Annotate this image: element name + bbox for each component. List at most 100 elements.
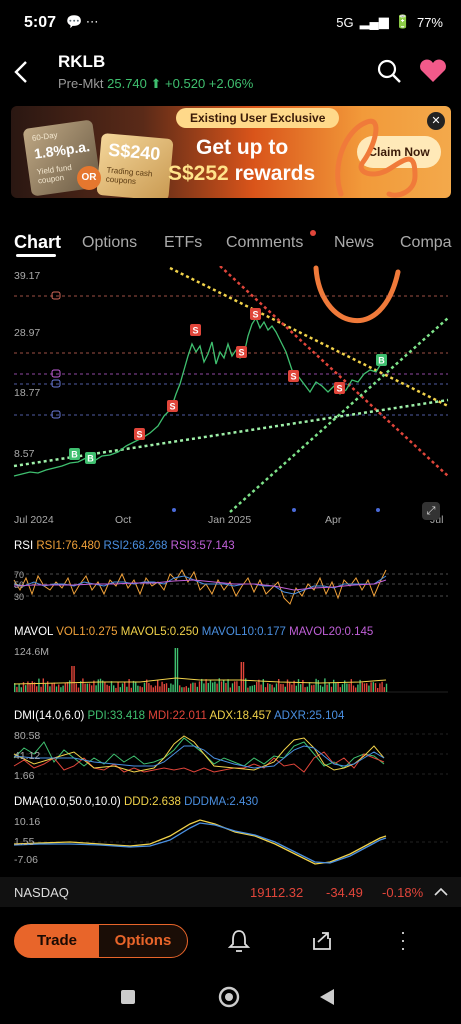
trendline-red	[219, 265, 449, 477]
volume-bar	[135, 681, 137, 692]
back-icon[interactable]	[318, 988, 336, 1006]
more-options-icon[interactable]: · · ·	[400, 923, 406, 957]
volume-bar	[308, 682, 311, 692]
tab-comments[interactable]: Comments	[226, 234, 303, 252]
volume-bar	[381, 681, 383, 692]
volume-bar	[231, 683, 234, 692]
volume-bar	[267, 683, 269, 692]
price-alert-marker	[51, 291, 61, 300]
volume-bar	[302, 679, 304, 692]
volume-bar	[209, 680, 212, 692]
volume-bar	[25, 685, 27, 692]
dma-panel[interactable]: DMA(10.0,50.0,10.0) DDD:2.638 DDDMA:2.43…	[0, 796, 461, 872]
dma-tick: 1.55	[14, 836, 35, 848]
status-time: 5:07	[24, 14, 57, 31]
volume-bar	[361, 682, 363, 692]
event-dot	[292, 508, 296, 512]
index-change: -34.49	[326, 885, 363, 900]
y-tick: 39.17	[14, 270, 41, 282]
volume-bar	[55, 686, 58, 692]
tab-chart[interactable]: Chart	[14, 232, 61, 253]
dmi-legend: DMI(14.0,6.0) PDI:33.418 MDI:22.011 ADX:…	[14, 710, 345, 722]
volume-bar	[159, 686, 161, 692]
sell-marker: S	[134, 428, 145, 440]
volume-bar	[328, 682, 330, 692]
chat-notification-icon: 💬 ⋯	[66, 14, 99, 29]
sell-marker: S	[167, 400, 178, 412]
main-price-chart[interactable]: S S S S S S S B B B 39.17 28.97 18.77 8.…	[0, 265, 461, 530]
svg-text:B: B	[378, 356, 385, 366]
price-alert-bell-icon[interactable]	[227, 928, 251, 954]
search-icon[interactable]	[376, 58, 402, 84]
home-icon[interactable]	[218, 986, 240, 1008]
share-icon[interactable]	[310, 928, 334, 954]
volume-bar	[357, 684, 359, 692]
fullscreen-icon[interactable]: ⤢	[422, 502, 440, 520]
volume-bar	[42, 678, 44, 692]
volume-bar	[196, 686, 198, 692]
volume-bar	[18, 683, 20, 692]
battery-percent: 77%	[416, 14, 443, 30]
rsi-legend: RSI RSI1:76.480 RSI2:68.268 RSI3:57.143	[14, 540, 235, 552]
mavol-panel[interactable]: MAVOL VOL1:0.275 MAVOL5:0.250 MAVOL10:0.…	[0, 626, 461, 696]
volume-bar	[179, 685, 181, 692]
tab-bar: Chart Options ETFs Comments News Compa	[0, 228, 461, 260]
volume-bar	[77, 687, 80, 692]
volume-bar	[313, 684, 315, 692]
chevron-up-icon[interactable]	[434, 887, 448, 897]
volume-bar	[106, 684, 108, 692]
volume-bar	[251, 685, 253, 692]
tab-company[interactable]: Compa	[400, 234, 452, 252]
index-ticker-strip[interactable]: NASDAQ 19112.32 -34.49 -0.18%	[0, 877, 461, 907]
tab-etfs[interactable]: ETFs	[164, 234, 202, 252]
dmi-panel[interactable]: DMI(14.0,6.0) PDI:33.418 MDI:22.011 ADX:…	[0, 710, 461, 786]
tab-options[interactable]: Options	[82, 234, 137, 252]
volume-bar	[317, 680, 319, 692]
volume-bar	[73, 666, 75, 692]
volume-bar	[16, 686, 18, 692]
event-dot	[376, 508, 380, 512]
volume-bar	[183, 687, 185, 692]
dmi-tick: 1.66	[14, 770, 35, 782]
volume-bar	[170, 683, 172, 692]
up-arrow-icon: ⬆	[150, 76, 162, 91]
recents-icon[interactable]	[121, 990, 135, 1004]
volume-bar	[203, 683, 205, 692]
buy-marker: B	[376, 354, 387, 366]
rsi-panel[interactable]: RSI RSI1:76.480 RSI2:68.268 RSI3:57.143 …	[0, 540, 461, 620]
back-arrow-icon[interactable]	[12, 60, 32, 84]
svg-text:S: S	[169, 402, 175, 412]
volume-bar	[60, 687, 62, 692]
dma-legend: DMA(10.0,50.0,10.0) DDD:2.638 DDDMA:2.43…	[14, 796, 259, 808]
sell-marker: S	[250, 308, 261, 320]
options-button[interactable]: Options	[98, 924, 188, 958]
promo-banner[interactable]: 60-Day 1.8%p.a. Yield fund coupon S$240 …	[11, 106, 451, 198]
volume-bar	[44, 683, 47, 692]
volume-bar	[62, 685, 64, 692]
volume-bar	[154, 685, 157, 692]
svg-text:B: B	[87, 454, 94, 464]
favorite-heart-icon[interactable]	[418, 58, 448, 84]
trade-button[interactable]: Trade	[14, 924, 100, 958]
volume-bar	[352, 685, 355, 692]
volume-bar	[350, 679, 352, 692]
volume-bar	[269, 683, 271, 692]
volume-bar	[121, 683, 124, 692]
volume-bar	[238, 685, 240, 692]
dmi-tick: 80.58	[14, 730, 41, 742]
volume-bar	[253, 684, 256, 692]
volume-bar	[205, 679, 207, 692]
volume-bar	[128, 679, 130, 692]
volume-bar	[324, 678, 326, 692]
sell-marker: S	[288, 370, 299, 382]
volume-bar	[99, 678, 102, 692]
rsi-level-70: 70	[14, 570, 25, 580]
tab-news[interactable]: News	[334, 234, 374, 252]
pre-market-price: 25.740	[107, 76, 147, 91]
volume-bar	[27, 681, 29, 692]
volume-bar	[53, 682, 55, 692]
volume-bar	[383, 687, 385, 692]
banner-headline-2: S$252 rewards	[168, 162, 316, 185]
volume-bar	[126, 686, 128, 692]
volume-bar	[212, 682, 214, 692]
